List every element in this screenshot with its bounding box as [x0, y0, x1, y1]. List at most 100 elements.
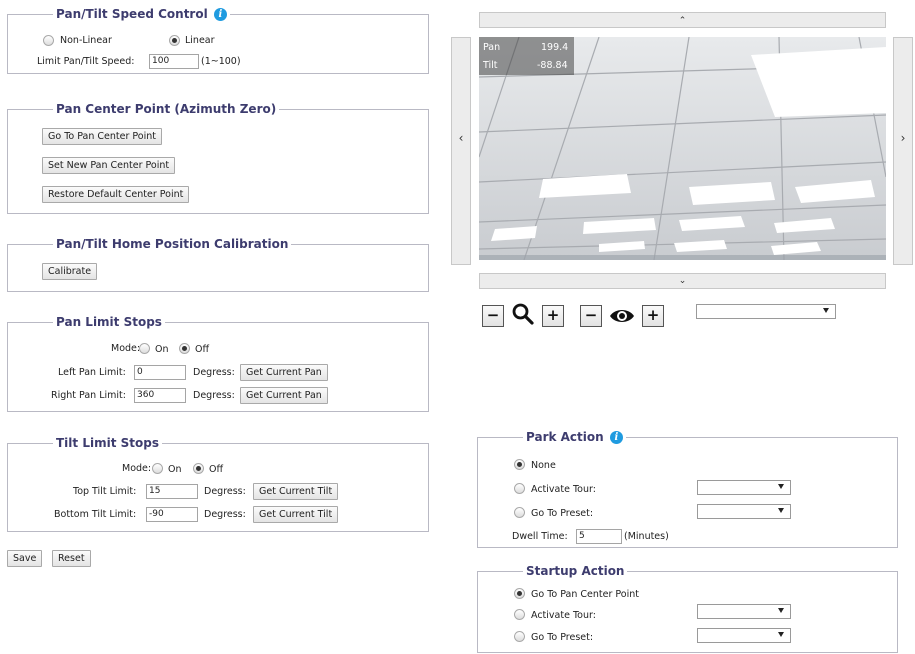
- park-go-to-preset-radio[interactable]: [514, 507, 525, 518]
- tilt-mode-off-label: Off: [209, 464, 224, 475]
- pan-left-button[interactable]: ‹: [451, 37, 471, 265]
- get-current-tilt-bottom-button[interactable]: Get Current Tilt: [253, 506, 339, 523]
- tilt-mode-label: Mode:: [122, 463, 152, 474]
- top-tilt-degress-label: Degress:: [204, 486, 246, 497]
- reset-button[interactable]: Reset: [52, 550, 91, 567]
- set-new-pan-center-button[interactable]: Set New Pan Center Point: [42, 157, 176, 174]
- right-pan-degress-label: Degress:: [193, 390, 235, 401]
- calibrate-button[interactable]: Calibrate: [42, 263, 98, 280]
- pan-limit-section: Pan Limit Stops Mode: On Off Left Pan Li…: [7, 314, 429, 412]
- dropdown-arrow-icon: [778, 608, 784, 613]
- dropdown-arrow-icon: [823, 308, 829, 313]
- pan-mode-off-label: Off: [195, 344, 210, 355]
- chevron-right-icon: ›: [900, 131, 906, 145]
- tilt-down-button[interactable]: ⌄: [479, 273, 886, 289]
- pan-mode-off-radio[interactable]: [179, 343, 190, 354]
- startup-activate-tour-radio[interactable]: [514, 609, 525, 620]
- non-linear-radio[interactable]: [43, 35, 54, 46]
- park-none-radio[interactable]: [514, 459, 525, 470]
- magnifier-icon: [511, 302, 535, 326]
- limit-speed-range: (1~100): [201, 56, 241, 67]
- tilt-mode-off-radio[interactable]: [193, 463, 204, 474]
- get-current-pan-left-button[interactable]: Get Current Pan: [240, 364, 328, 381]
- home-calibration-section: Pan/Tilt Home Position Calibration Calib…: [7, 236, 429, 292]
- chevron-left-icon: ‹: [458, 131, 464, 145]
- startup-tour-select[interactable]: [697, 604, 791, 619]
- bottom-tilt-limit-label: Bottom Tilt Limit:: [54, 509, 137, 520]
- limit-speed-input[interactable]: 100: [149, 54, 199, 69]
- info-icon[interactable]: i: [213, 8, 227, 21]
- pan-overlay-label: Pan: [483, 42, 501, 53]
- pan-center-legend: Pan Center Point (Azimuth Zero): [53, 101, 280, 117]
- preset-select[interactable]: [696, 304, 836, 319]
- pan-tilt-speed-section: Pan/Tilt Speed Control i Non-Linear Line…: [7, 6, 429, 74]
- info-icon[interactable]: i: [609, 431, 623, 444]
- restore-default-center-button[interactable]: Restore Default Center Point: [42, 186, 190, 203]
- park-tour-select[interactable]: [697, 480, 791, 495]
- park-none-label: None: [531, 460, 556, 471]
- tilt-mode-on-radio[interactable]: [152, 463, 163, 474]
- pan-tilt-speed-legend: Pan/Tilt Speed Control i: [53, 6, 230, 22]
- tilt-overlay-value: -88.84: [537, 60, 568, 71]
- park-go-to-preset-label: Go To Preset:: [531, 508, 594, 519]
- camera-video-view[interactable]: Pan 199.4 Tilt -88.84: [479, 37, 886, 260]
- left-pan-limit-input[interactable]: 0: [134, 365, 186, 380]
- pan-overlay-value: 199.4: [541, 42, 569, 53]
- dwell-time-label: Dwell Time:: [512, 531, 568, 542]
- linear-label: Linear: [185, 35, 215, 46]
- tilt-up-button[interactable]: ⌃: [479, 12, 886, 28]
- pan-limit-legend: Pan Limit Stops: [53, 314, 165, 330]
- pan-right-button[interactable]: ›: [893, 37, 913, 265]
- bottom-tilt-degress-label: Degress:: [204, 509, 246, 520]
- park-action-legend: Park Action i: [523, 429, 626, 445]
- left-pan-degress-label: Degress:: [193, 367, 235, 378]
- tilt-limit-section: Tilt Limit Stops Mode: On Off Top Tilt L…: [7, 435, 429, 532]
- top-tilt-limit-label: Top Tilt Limit:: [73, 486, 137, 497]
- right-pan-limit-input[interactable]: 360: [134, 388, 186, 403]
- chevron-up-icon: ⌃: [678, 16, 687, 26]
- park-action-section: Park Action i None Activate Tour: Go To …: [477, 429, 898, 548]
- home-calibration-legend: Pan/Tilt Home Position Calibration: [53, 236, 292, 252]
- park-preset-select[interactable]: [697, 504, 791, 519]
- save-button[interactable]: Save: [7, 550, 43, 567]
- top-tilt-limit-input[interactable]: 15: [146, 484, 198, 499]
- pan-center-section: Pan Center Point (Azimuth Zero) Go To Pa…: [7, 101, 429, 214]
- park-activate-tour-label: Activate Tour:: [531, 484, 596, 495]
- bottom-tilt-limit-input[interactable]: -90: [146, 507, 198, 522]
- startup-activate-tour-label: Activate Tour:: [531, 610, 596, 621]
- startup-action-legend: Startup Action: [523, 563, 628, 579]
- get-current-pan-right-button[interactable]: Get Current Pan: [240, 387, 328, 404]
- linear-radio[interactable]: [169, 35, 180, 46]
- pan-tilt-overlay: Pan 199.4 Tilt -88.84: [479, 37, 574, 75]
- startup-preset-select[interactable]: [697, 628, 791, 643]
- tilt-mode-on-label: On: [168, 464, 182, 475]
- focus-far-button[interactable]: +: [642, 305, 664, 327]
- dropdown-arrow-icon: [778, 484, 784, 489]
- pan-mode-on-radio[interactable]: [139, 343, 150, 354]
- dwell-time-input[interactable]: 5: [576, 529, 622, 544]
- startup-center-radio[interactable]: [514, 588, 525, 599]
- zoom-in-button[interactable]: +: [542, 305, 564, 327]
- eye-icon: [609, 305, 635, 327]
- dropdown-arrow-icon: [778, 632, 784, 637]
- startup-center-label: Go To Pan Center Point: [531, 589, 639, 600]
- get-current-tilt-top-button[interactable]: Get Current Tilt: [253, 483, 339, 500]
- dropdown-arrow-icon: [778, 508, 784, 513]
- startup-go-to-preset-radio[interactable]: [514, 631, 525, 642]
- focus-near-button[interactable]: −: [580, 305, 602, 327]
- right-pan-limit-label: Right Pan Limit:: [51, 390, 126, 401]
- go-to-pan-center-button[interactable]: Go To Pan Center Point: [42, 128, 162, 145]
- park-activate-tour-radio[interactable]: [514, 483, 525, 494]
- dwell-time-unit: (Minutes): [624, 531, 669, 542]
- tilt-overlay-label: Tilt: [483, 60, 498, 71]
- startup-go-to-preset-label: Go To Preset:: [531, 632, 594, 643]
- startup-action-section: Startup Action Go To Pan Center Point Ac…: [477, 563, 898, 653]
- zoom-out-button[interactable]: −: [482, 305, 504, 327]
- pan-mode-label: Mode:: [111, 343, 141, 354]
- chevron-down-icon: ⌄: [678, 276, 687, 286]
- tilt-limit-legend: Tilt Limit Stops: [53, 435, 162, 451]
- pan-mode-on-label: On: [155, 344, 169, 355]
- left-pan-limit-label: Left Pan Limit:: [58, 367, 126, 378]
- limit-speed-label: Limit Pan/Tilt Speed:: [37, 56, 135, 67]
- non-linear-label: Non-Linear: [60, 35, 112, 46]
